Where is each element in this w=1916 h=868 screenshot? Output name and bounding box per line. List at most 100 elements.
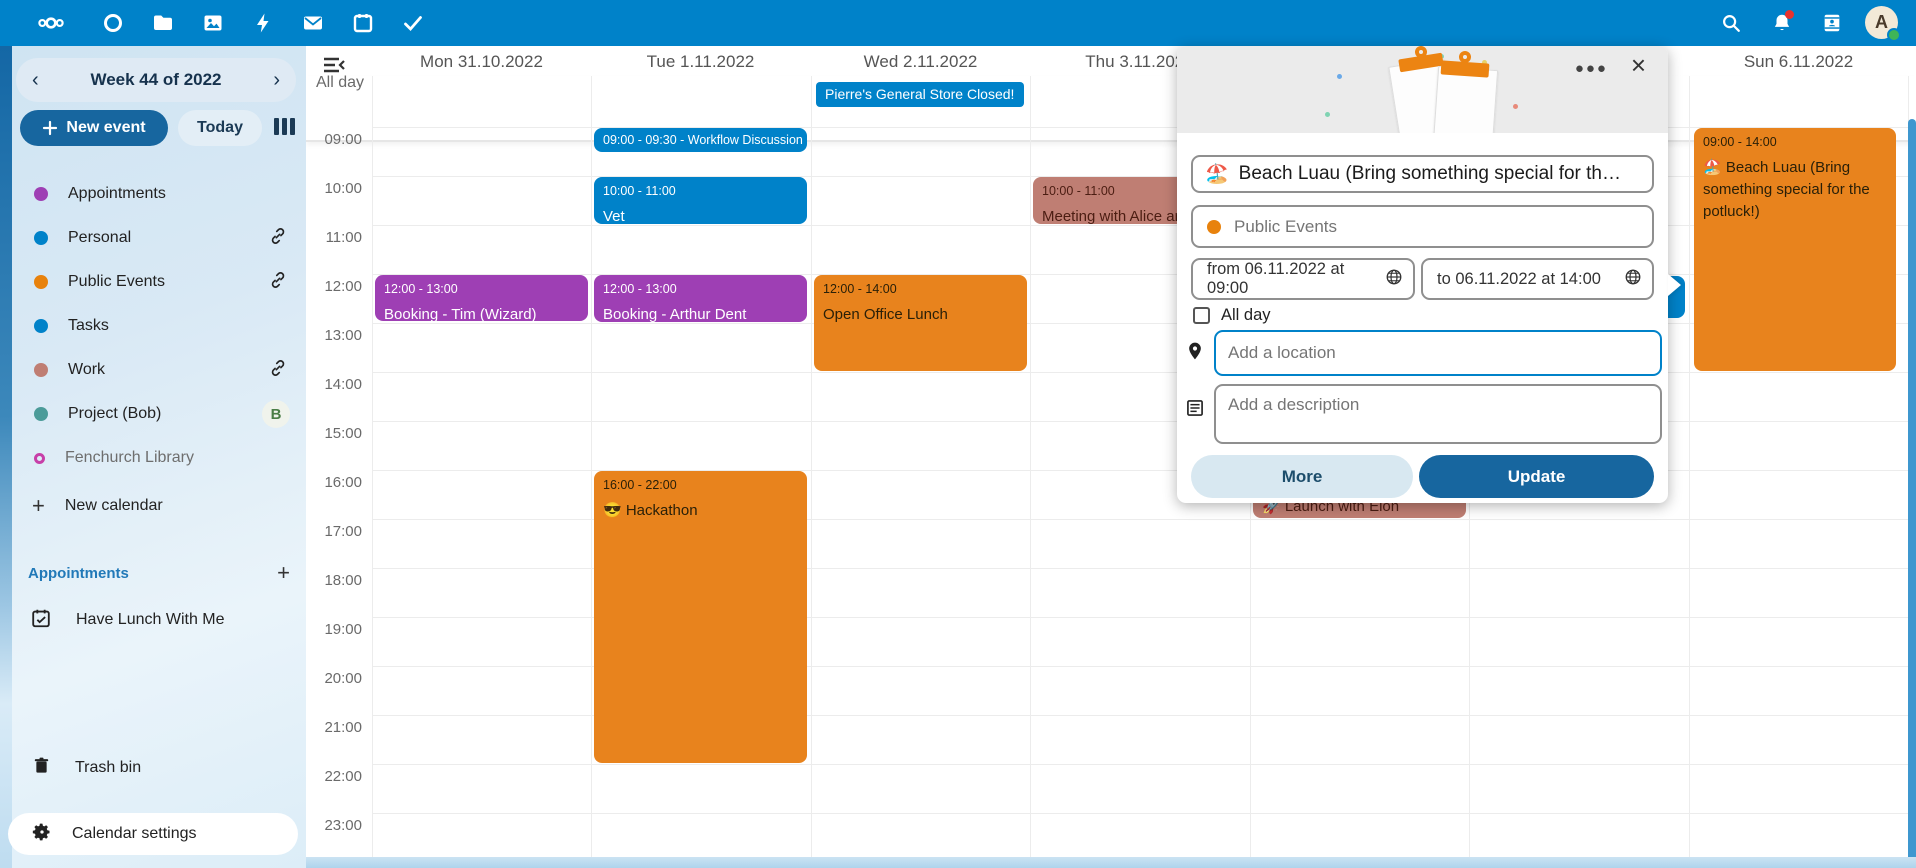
avatar[interactable]: A (1865, 6, 1898, 39)
notifications-bell-icon[interactable] (1768, 9, 1796, 37)
day-header-tue: Tue 1.11.2022 (591, 52, 810, 74)
hour-label: 12:00 (310, 278, 362, 295)
to-datetime-field[interactable]: to 06.11.2022 at 14:00 (1421, 258, 1654, 300)
sidebar-item-personal[interactable]: Personal (12, 216, 306, 260)
calendar-label: Fenchurch Library (65, 449, 292, 467)
description-row (1185, 384, 1662, 444)
event-editor-popup: ●●● × 🏖️ Public Events from 06.11.2022 a… (1177, 46, 1668, 503)
event-booking-tim-wizard[interactable]: 12:00 - 13:00 Booking - Tim (Wizard) (375, 275, 588, 321)
share-link-icon[interactable] (268, 358, 288, 383)
time-slot-row[interactable] (372, 323, 1908, 372)
nextcloud-logo-icon[interactable] (36, 8, 66, 38)
sidebar-item-work[interactable]: Work (12, 348, 306, 392)
contacts-app-icon[interactable] (98, 8, 128, 38)
title-emoji: 🏖️ (1205, 162, 1229, 186)
vertical-scrollbar[interactable] (1908, 119, 1916, 862)
all-day-checkbox-row[interactable]: All day (1193, 306, 1271, 325)
popup-actions-menu-icon[interactable]: ●●● (1575, 60, 1608, 77)
event-booking-arthur-dent[interactable]: 12:00 - 13:00 Booking - Arthur Dent (594, 275, 807, 322)
event-beach-luau[interactable]: 09:00 - 14:00 🏖️ Beach Luau (Bring somet… (1694, 128, 1896, 371)
sidebar-item-project-bob[interactable]: Project (Bob) B (12, 392, 306, 436)
hour-label: 21:00 (310, 719, 362, 736)
timezone-globe-icon[interactable] (1385, 268, 1403, 291)
from-datetime-field[interactable]: from 06.11.2022 at 09:00 (1191, 258, 1415, 300)
settings-label: Calendar settings (72, 825, 197, 843)
avatar-letter: A (1875, 12, 1888, 33)
calendar-label: Project (Bob) (68, 405, 242, 423)
sidebar-item-tasks[interactable]: Tasks (12, 304, 306, 348)
description-icon (1185, 398, 1205, 423)
calendar-app-icon-active[interactable] (348, 8, 378, 38)
calendar-check-icon (30, 607, 52, 634)
calendar-color-dot-outlined (34, 453, 45, 464)
sidebar-item-public-events[interactable]: Public Events (12, 260, 306, 304)
day-header-mon: Mon 31.10.2022 (372, 52, 591, 74)
next-week-button[interactable]: › (273, 70, 280, 90)
online-status-dot (1887, 28, 1901, 42)
prev-week-button[interactable]: ‹ (32, 70, 39, 90)
new-event-button[interactable]: New event (20, 110, 168, 146)
calendar-picker[interactable]: Public Events (1191, 205, 1654, 248)
calendar-grid: Mon 31.10.2022 Tue 1.11.2022 Wed 2.11.20… (306, 46, 1916, 868)
event-pierres-general-store-closed[interactable]: Pierre's General Store Closed! (816, 82, 1024, 107)
mail-app-icon[interactable] (298, 8, 328, 38)
trash-bin-button[interactable]: Trash bin (12, 746, 306, 790)
view-switcher-icon[interactable] (274, 118, 300, 138)
plus-icon (42, 120, 58, 136)
all-day-label: All day (306, 74, 364, 92)
location-input[interactable] (1228, 343, 1648, 363)
horizontal-scrollbar[interactable] (306, 857, 1916, 868)
update-button[interactable]: Update (1419, 455, 1654, 498)
calendar-settings-button[interactable]: Calendar settings (8, 813, 298, 855)
event-hackathon[interactable]: 16:00 - 22:00 😎 Hackathon (594, 471, 807, 763)
add-appointment-button[interactable]: + (277, 560, 290, 586)
time-slot-row[interactable] (372, 813, 1908, 862)
event-workflow-discussion[interactable]: 09:00 - 09:30 - Workflow Discussion (594, 128, 807, 152)
timezone-globe-icon[interactable] (1624, 268, 1642, 291)
hour-label: 16:00 (310, 474, 362, 491)
location-pin-icon (1185, 341, 1205, 366)
sidebar-item-appointments[interactable]: Appointments (12, 172, 306, 216)
time-slot-row[interactable] (372, 225, 1908, 274)
sidebar: ‹ Week 44 of 2022 › New event Today Appo… (12, 46, 306, 868)
description-input[interactable] (1228, 395, 1648, 433)
week-label: Week 44 of 2022 (90, 70, 221, 90)
hour-label: 15:00 (310, 425, 362, 442)
tasks-app-icon[interactable] (398, 8, 428, 38)
more-button[interactable]: More (1191, 455, 1413, 498)
new-calendar-button[interactable]: + New calendar (12, 484, 306, 528)
today-button[interactable]: Today (178, 110, 262, 146)
event-vet[interactable]: 10:00 - 11:00 Vet (594, 177, 807, 224)
event-open-office-lunch[interactable]: 12:00 - 14:00 Open Office Lunch (814, 275, 1027, 371)
trash-label: Trash bin (75, 759, 292, 777)
photos-app-icon[interactable] (198, 8, 228, 38)
close-icon[interactable]: × (1631, 52, 1646, 78)
hour-label: 10:00 (310, 180, 362, 197)
event-title-input[interactable] (1239, 163, 1640, 185)
sidebar-item-fenchurch-library[interactable]: Fenchurch Library (12, 436, 306, 480)
appointments-section-header: Appointments + (12, 558, 306, 588)
description-field[interactable] (1214, 384, 1662, 444)
appointment-item-have-lunch[interactable]: Have Lunch With Me (12, 598, 306, 642)
hour-label: 19:00 (310, 621, 362, 638)
calendar-color-dot (1207, 220, 1221, 234)
share-link-icon[interactable] (268, 226, 288, 251)
event-title-field[interactable]: 🏖️ (1191, 155, 1654, 193)
all-day-checkbox[interactable] (1193, 307, 1210, 324)
calendar-label: Personal (68, 229, 248, 247)
calendar-label: Work (68, 361, 248, 379)
share-link-icon[interactable] (268, 270, 288, 295)
day-header-wed: Wed 2.11.2022 (811, 52, 1030, 74)
search-icon[interactable] (1717, 9, 1745, 37)
time-slot-row[interactable] (372, 372, 1908, 421)
time-slot-row[interactable] (372, 421, 1908, 470)
activity-app-icon[interactable] (248, 8, 278, 38)
contacts-menu-icon[interactable] (1818, 9, 1846, 37)
time-slot-row[interactable] (372, 764, 1908, 813)
location-field[interactable] (1214, 330, 1662, 376)
popup-illustration-header: ●●● × (1177, 46, 1668, 133)
to-value: to 06.11.2022 at 14:00 (1437, 270, 1601, 289)
hour-label: 09:00 (310, 131, 362, 148)
hour-label: 20:00 (310, 670, 362, 687)
files-app-icon[interactable] (148, 8, 178, 38)
